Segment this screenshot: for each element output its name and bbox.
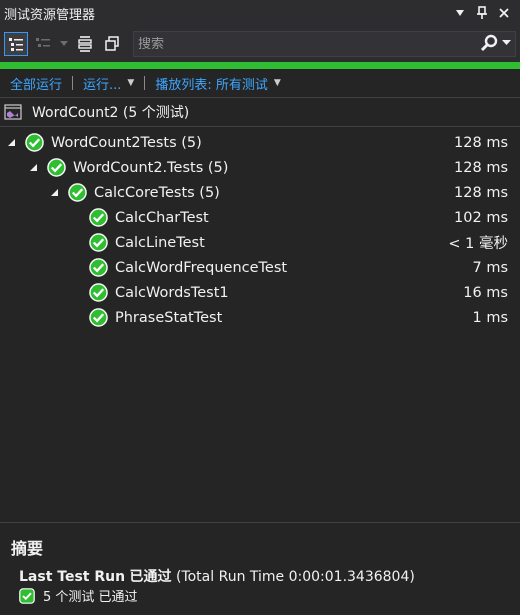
- duration: 7 ms: [472, 259, 508, 276]
- duration: 128 ms: [454, 134, 508, 151]
- playlist-label: 播放列表: 所有测试: [155, 77, 268, 93]
- tree-label: CalcWordsTest1: [115, 284, 229, 301]
- expand-all-icon[interactable]: [73, 32, 97, 56]
- search-button[interactable]: [480, 34, 511, 52]
- passed-icon: [89, 308, 108, 327]
- divider: [0, 97, 520, 98]
- summary-panel: 摘要 Last Test Run 已通过 (Total Run Time 0:0…: [0, 522, 520, 615]
- tree-row[interactable]: CalcWordsTest1 16 ms: [0, 280, 520, 305]
- duration: 128 ms: [454, 184, 508, 201]
- tree-label: CalcLineTest: [115, 234, 205, 251]
- passed-summary[interactable]: 5 个测试 已通过: [19, 586, 138, 605]
- passed-icon: [89, 233, 108, 252]
- run-label: 运行...: [83, 77, 122, 93]
- expander-icon[interactable]: [28, 163, 38, 173]
- search-options-dropdown-icon[interactable]: [502, 40, 511, 46]
- title-bar: 测试资源管理器: [0, 0, 520, 26]
- tree-label: PhraseStatTest: [115, 309, 223, 326]
- command-separator: [72, 76, 74, 90]
- duration: 102 ms: [454, 209, 508, 226]
- passed-icon: [25, 133, 44, 152]
- chevron-down-icon: ▼: [127, 78, 135, 88]
- tree-row[interactable]: CalcLineTest < 1 毫秒: [0, 230, 520, 255]
- passed-icon: [89, 283, 108, 302]
- passed-icon: [68, 183, 87, 202]
- last-run-label[interactable]: Last Test Run: [19, 569, 125, 585]
- toolbar: [0, 26, 520, 62]
- tree-row[interactable]: WordCount2.Tests (5) 128 ms: [0, 155, 520, 180]
- run-all-link[interactable]: 全部运行: [10, 74, 62, 93]
- summary-heading: 摘要: [11, 539, 44, 558]
- tree-label: WordCount2Tests (5): [51, 134, 202, 151]
- visual-studio-project-icon: [4, 103, 24, 121]
- duration: 128 ms: [454, 159, 508, 176]
- expander-icon[interactable]: [6, 138, 16, 148]
- command-separator: [144, 76, 146, 90]
- passed-icon: [47, 158, 66, 177]
- expander-icon[interactable]: [49, 188, 59, 198]
- command-bar: 全部运行 运行... ▼ 播放列表: 所有测试 ▼: [0, 70, 520, 96]
- duration: 16 ms: [463, 284, 508, 301]
- pin-icon[interactable]: [472, 3, 492, 23]
- search-box[interactable]: [133, 31, 516, 57]
- window-title: 测试资源管理器: [4, 7, 96, 23]
- tree-label: CalcCharTest: [115, 209, 209, 226]
- playlist-dropdown[interactable]: 播放列表: 所有测试 ▼: [155, 74, 280, 93]
- run-progress-bar: [0, 62, 520, 69]
- copy-window-icon[interactable]: [100, 32, 124, 56]
- tree-row[interactable]: CalcWordFrequenceTest 7 ms: [0, 255, 520, 280]
- tree-row[interactable]: WordCount2Tests (5) 128 ms: [0, 130, 520, 155]
- last-run-line: Last Test Run 已通过 (Total Run Time 0:00:0…: [19, 566, 415, 586]
- duration: < 1 毫秒: [448, 236, 508, 252]
- passed-icon: [89, 208, 108, 227]
- search-input[interactable]: [138, 36, 458, 52]
- tree-label: WordCount2.Tests (5): [73, 159, 229, 176]
- tree-row[interactable]: CalcCoreTests (5) 128 ms: [0, 180, 520, 205]
- project-label: WordCount2 (5 个测试): [32, 105, 190, 121]
- group-by-icon[interactable]: [4, 32, 28, 56]
- close-icon[interactable]: [494, 3, 514, 23]
- duration: 1 ms: [472, 309, 508, 326]
- tree-row[interactable]: CalcCharTest 102 ms: [0, 205, 520, 230]
- tree-row[interactable]: PhraseStatTest 1 ms: [0, 305, 520, 330]
- dropdown-icon[interactable]: [450, 3, 470, 23]
- title-bar-buttons: [450, 3, 514, 23]
- chevron-down-icon: ▼: [273, 78, 281, 88]
- passed-icon: [19, 587, 35, 604]
- hierarchy-icon[interactable]: [31, 32, 55, 56]
- run-dropdown[interactable]: 运行... ▼: [83, 74, 134, 93]
- project-header[interactable]: WordCount2 (5 个测试): [4, 101, 189, 123]
- hierarchy-dropdown-icon[interactable]: [58, 32, 70, 56]
- last-run-status: 已通过: [129, 569, 172, 585]
- search-icon[interactable]: [480, 34, 498, 52]
- tree-label: CalcCoreTests (5): [94, 184, 220, 201]
- passed-icon: [89, 258, 108, 277]
- total-run-time: (Total Run Time 0:00:01.3436804): [175, 569, 415, 585]
- divider: [0, 126, 520, 127]
- tree-label: CalcWordFrequenceTest: [115, 259, 288, 276]
- passed-text: 5 个测试 已通过: [43, 590, 138, 605]
